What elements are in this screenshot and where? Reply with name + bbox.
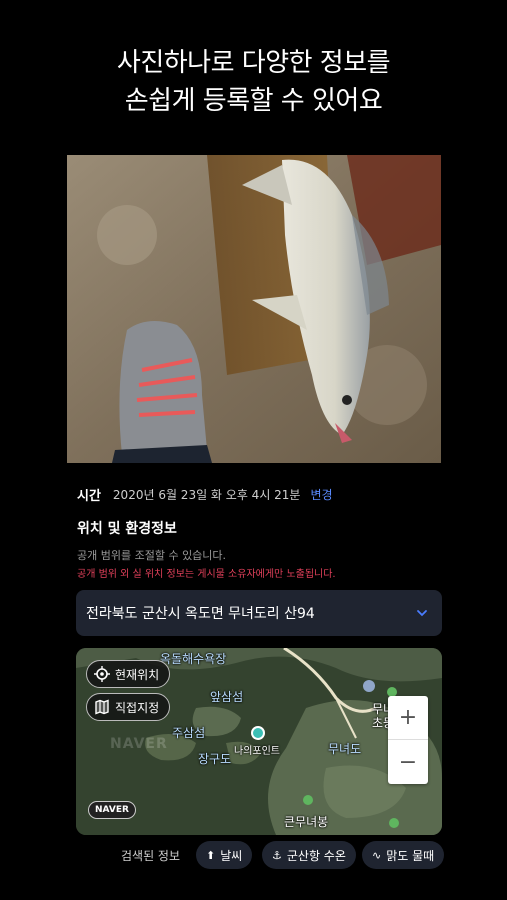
catch-photo[interactable] — [67, 155, 441, 463]
headline: 사진하나로 다양한 정보를 손쉽게 등록할 수 있어요 — [0, 44, 507, 120]
time-change-button[interactable]: 변경 — [310, 486, 332, 503]
current-location-label: 현재위치 — [115, 667, 160, 682]
tide-chip[interactable]: ∿ 맑도 물때 — [362, 841, 445, 869]
time-value: 2020년 6월 23일 화 오후 4시 21분 — [112, 488, 301, 502]
chevron-down-icon — [417, 610, 427, 617]
location-description: 공개 범위를 조절할 수 있습니다. — [77, 549, 227, 562]
water-temp-chip-label: 군산항 수온 — [286, 848, 346, 863]
map-label-janggu: 장구도 — [198, 752, 232, 766]
water-temp-chip[interactable]: ⚓ 군산항 수온 — [262, 841, 356, 869]
map-label-point: 나의포인트 — [234, 746, 280, 757]
location-section-title: 위치 및 환경정보 — [77, 521, 177, 537]
headline-line-2: 손쉽게 등록할 수 있어요 — [124, 86, 383, 116]
crosshair-icon — [94, 666, 110, 682]
map-label-munyeo-2: 무녀도 — [328, 742, 362, 756]
map-label-apsam: 앞삼섬 — [210, 690, 244, 704]
address-value: 전라북도 군산시 옥도면 무녀도리 산94 — [86, 606, 315, 622]
headline-line-1: 사진하나로 다양한 정보를 — [116, 48, 391, 78]
map-label-peak: 큰무녀봉 — [284, 815, 329, 829]
map-watermark: NAVER — [110, 736, 168, 752]
map-label-jusam: 주삼섬 — [172, 726, 206, 740]
found-info-label: 검색된 정보 — [121, 849, 181, 863]
weather-icon: ⬆ — [206, 848, 216, 862]
found-info-row: 검색된 정보 ⬆ 날씨 ⚓ 군산항 수온 ∿ 맑도 물때 — [0, 841, 507, 869]
location-warning: 공개 범위 외 실 위치 정보는 게시물 소유자에게만 노출됩니다. — [77, 569, 336, 580]
weather-chip-label: 날씨 — [220, 848, 243, 863]
my-point-marker[interactable] — [251, 726, 265, 740]
weather-chip[interactable]: ⬆ 날씨 — [196, 841, 253, 869]
zoom-control: + − — [388, 696, 428, 784]
zoom-out-button[interactable]: − — [388, 740, 428, 784]
thermometer-icon: ⚓ — [272, 848, 282, 862]
map-label-beach: 옥돌해수욕장 — [160, 652, 227, 666]
fish-photo-image — [67, 155, 441, 463]
time-row: 시간 2020년 6월 23일 화 오후 4시 21분 변경 — [77, 485, 333, 504]
current-location-button[interactable]: 현재위치 — [86, 660, 171, 688]
set-location-label: 직접지정 — [115, 700, 160, 715]
set-location-button[interactable]: 직접지정 — [86, 693, 171, 721]
time-label: 시간 — [77, 489, 101, 504]
wave-icon: ∿ — [372, 848, 382, 862]
tide-chip-label: 맑도 물때 — [386, 848, 435, 863]
naver-logo-badge: NAVER — [88, 801, 136, 819]
address-select[interactable]: 전라북도 군산시 옥도면 무녀도리 산94 — [76, 590, 442, 636]
zoom-in-button[interactable]: + — [388, 696, 428, 740]
map-icon — [95, 699, 109, 715]
location-map[interactable]: NAVER 옥돌해수욕장 앞삼섬 주삼섬 장구도 나의포인트 무녀도 초등학교 … — [76, 648, 442, 835]
